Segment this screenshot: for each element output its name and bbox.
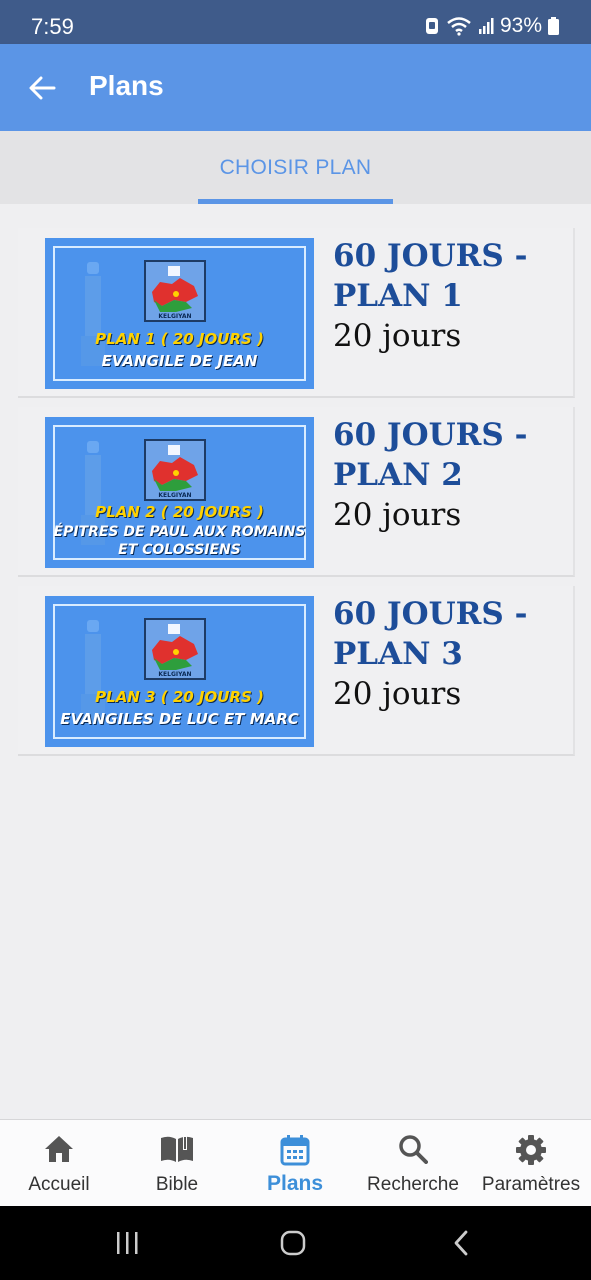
tab-label: CHOISIR PLAN	[219, 156, 372, 179]
thumbnail-subtitle: PLAN 1 ( 20 JOURS )	[95, 330, 264, 348]
nav-item-parametres[interactable]: Paramètres	[472, 1120, 590, 1207]
bottom-nav: Accueil Bible Plans Recherche Paramètres	[0, 1119, 591, 1206]
nav-label: Paramètres	[481, 1174, 581, 1195]
plan-thumbnail: KELGIYAN PLAN 2 ( 20 JOURS ) ÉPITRES DE …	[45, 417, 314, 568]
plan-thumbnail: KELGIYAN PLAN 3 ( 20 JOURS ) EVANGILES D…	[45, 596, 314, 747]
system-nav-bar	[0, 1206, 591, 1280]
nav-item-plans[interactable]: Plans	[236, 1120, 354, 1207]
nav-label: Bible	[155, 1174, 199, 1195]
status-time: 7:59	[31, 14, 74, 39]
svg-text:KELGIYAN: KELGIYAN	[158, 492, 191, 499]
chevron-left-icon	[454, 1230, 468, 1256]
svg-text:KELGIYAN: KELGIYAN	[158, 313, 191, 320]
tower-illustration	[81, 262, 105, 366]
svg-text:KELGIYAN: KELGIYAN	[158, 671, 191, 678]
plan-duration: 20 jours	[333, 318, 462, 354]
plan-title: 60 JOURS - PLAN 1	[333, 238, 528, 314]
book-icon	[161, 1136, 193, 1162]
notification-icon	[425, 18, 438, 34]
nav-item-accueil[interactable]: Accueil	[0, 1120, 118, 1207]
page-title: Plans	[89, 70, 164, 101]
back-button[interactable]	[22, 68, 62, 108]
tab-strip: CHOISIR PLAN	[0, 131, 591, 204]
battery-percent: 93%	[499, 14, 542, 37]
nav-item-recherche[interactable]: Recherche	[354, 1120, 472, 1207]
thumbnail-caption: EVANGILE DE JEAN	[101, 352, 258, 370]
home-icon	[45, 1136, 73, 1162]
wifi-icon	[447, 17, 471, 36]
calendar-icon	[280, 1135, 310, 1166]
kelgiyan-logo: KELGIYAN	[144, 618, 206, 680]
nav-label: Accueil	[28, 1174, 90, 1195]
kelgiyan-logo: KELGIYAN	[144, 260, 206, 322]
thumbnail-caption: ÉPITRES DE PAUL AUX ROMAINS ET COLOSSIEN…	[53, 524, 306, 558]
plan-card-2[interactable]: KELGIYAN PLAN 2 ( 20 JOURS ) ÉPITRES DE …	[18, 407, 575, 577]
home-button[interactable]	[278, 1228, 308, 1258]
recent-apps-icon	[117, 1232, 138, 1254]
plan-duration: 20 jours	[333, 676, 462, 712]
plan-thumbnail: KELGIYAN PLAN 1 ( 20 JOURS ) EVANGILE DE…	[45, 238, 314, 389]
tower-illustration	[81, 620, 105, 724]
nav-label: Recherche	[367, 1174, 459, 1195]
tab-indicator	[198, 199, 393, 204]
plan-duration: 20 jours	[333, 497, 462, 533]
search-icon	[399, 1135, 428, 1164]
gear-icon	[516, 1135, 546, 1165]
thumbnail-caption: EVANGILES DE LUC ET MARC	[60, 710, 299, 728]
system-back-button[interactable]	[446, 1228, 476, 1258]
kelgiyan-logo: KELGIYAN	[144, 439, 206, 501]
plan-card-3[interactable]: KELGIYAN PLAN 3 ( 20 JOURS ) EVANGILES D…	[18, 586, 575, 756]
thumbnail-subtitle: PLAN 2 ( 20 JOURS )	[95, 503, 264, 521]
recent-apps-button[interactable]	[112, 1228, 142, 1258]
app-bar: Plans	[0, 44, 591, 131]
plan-card-1[interactable]: KELGIYAN PLAN 1 ( 20 JOURS ) EVANGILE DE…	[18, 228, 575, 398]
signal-icon	[478, 18, 494, 34]
home-circle-icon	[280, 1230, 306, 1256]
plan-list: KELGIYAN PLAN 1 ( 20 JOURS ) EVANGILE DE…	[18, 228, 575, 765]
status-bar: 7:59 93%	[0, 0, 591, 44]
status-icons: 93%	[424, 14, 559, 38]
tab-choisir-plan[interactable]: CHOISIR PLAN	[198, 131, 393, 204]
plan-title: 60 JOURS - PLAN 2	[333, 417, 528, 493]
arrow-left-icon	[29, 76, 56, 100]
thumbnail-subtitle: PLAN 3 ( 20 JOURS )	[95, 688, 264, 706]
nav-item-bible[interactable]: Bible	[118, 1120, 236, 1207]
plan-title: 60 JOURS - PLAN 3	[333, 596, 528, 672]
battery-icon	[548, 17, 559, 35]
nav-label: Plans	[266, 1172, 324, 1195]
